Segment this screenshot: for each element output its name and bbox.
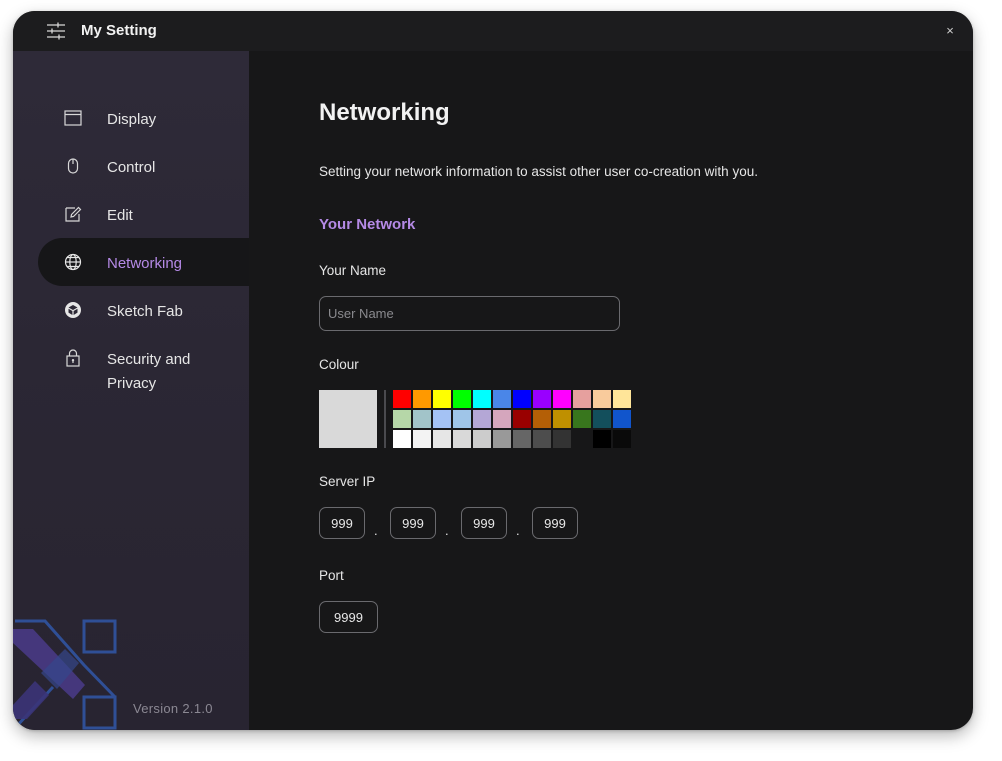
colour-swatch[interactable]: [433, 430, 451, 448]
colour-label: Colour: [319, 357, 359, 372]
colour-swatch[interactable]: [533, 390, 551, 408]
colour-swatch[interactable]: [453, 390, 471, 408]
colour-swatch[interactable]: [593, 390, 611, 408]
edit-icon: [65, 206, 82, 222]
selected-colour-preview[interactable]: [319, 390, 377, 448]
ip-separator: .: [374, 523, 378, 538]
sidebar: Display Control Edit Networking Sketch F…: [13, 51, 249, 730]
sidebar-item-label: Display: [107, 111, 157, 128]
colour-swatch[interactable]: [533, 410, 551, 428]
port-label: Port: [319, 568, 344, 583]
colour-swatch[interactable]: [573, 410, 591, 428]
your-name-label: Your Name: [319, 263, 387, 278]
sliders-icon: [47, 22, 65, 40]
colour-swatch[interactable]: [553, 410, 571, 428]
version-label: Version 2.1.0: [133, 701, 213, 716]
sidebar-item-label: Security and Privacy: [107, 351, 191, 392]
colour-swatch[interactable]: [493, 430, 511, 448]
section-title-your-network: Your Network: [319, 216, 416, 233]
colour-swatch[interactable]: [493, 410, 511, 428]
sidebar-item-security[interactable]: Security and Privacy: [38, 334, 249, 392]
server-ip-octet-2[interactable]: [390, 507, 436, 539]
colour-swatch[interactable]: [513, 410, 531, 428]
app-logo: [13, 619, 117, 730]
colour-swatch[interactable]: [533, 430, 551, 448]
colour-swatch[interactable]: [413, 410, 431, 428]
colour-swatch[interactable]: [613, 390, 631, 408]
colour-swatch[interactable]: [453, 430, 471, 448]
sidebar-item-label: Edit: [107, 207, 133, 224]
mouse-icon: [67, 158, 79, 174]
colour-swatch[interactable]: [393, 430, 411, 448]
sidebar-item-sketchfab[interactable]: Sketch Fab: [38, 286, 249, 334]
close-button[interactable]: ×: [943, 24, 957, 38]
sidebar-item-networking[interactable]: Networking: [38, 238, 249, 286]
colour-swatch[interactable]: [553, 390, 571, 408]
sidebar-item-edit[interactable]: Edit: [38, 190, 249, 238]
colour-swatch[interactable]: [593, 430, 611, 448]
page-description: Setting your network information to assi…: [319, 164, 758, 179]
settings-window: My Setting × Display Control Edit Networ…: [13, 11, 973, 730]
sketchfab-icon: [65, 302, 81, 318]
colour-swatch[interactable]: [473, 390, 491, 408]
ip-separator: .: [516, 523, 520, 538]
sidebar-item-label: Sketch Fab: [107, 303, 183, 320]
colour-divider: [384, 390, 386, 448]
colour-swatch[interactable]: [393, 390, 411, 408]
sidebar-item-label: Control: [107, 159, 156, 176]
colour-swatch[interactable]: [473, 430, 491, 448]
colour-swatch[interactable]: [493, 390, 511, 408]
server-ip-label: Server IP: [319, 474, 376, 489]
colour-swatch[interactable]: [613, 430, 631, 448]
sidebar-item-label: Networking: [107, 255, 183, 272]
colour-swatch[interactable]: [413, 390, 431, 408]
colour-swatch[interactable]: [553, 430, 571, 448]
colour-swatch[interactable]: [513, 390, 531, 408]
ip-separator: .: [445, 523, 449, 538]
colour-swatch[interactable]: [473, 410, 491, 428]
networking-panel: Networking Setting your network informat…: [249, 51, 973, 730]
server-ip-octet-4[interactable]: [532, 507, 578, 539]
page-title: Networking: [319, 99, 450, 126]
colour-swatch[interactable]: [613, 410, 631, 428]
title-bar: My Setting ×: [13, 11, 973, 51]
colour-swatch[interactable]: [433, 390, 451, 408]
globe-icon: [64, 253, 82, 271]
window-icon: [64, 110, 82, 126]
server-ip-octet-1[interactable]: [319, 507, 365, 539]
colour-swatch[interactable]: [573, 430, 591, 448]
port-input[interactable]: [319, 601, 378, 633]
colour-palette: [393, 390, 631, 448]
user-name-input[interactable]: [319, 296, 620, 331]
lock-icon: [66, 349, 80, 367]
window-title: My Setting: [81, 22, 157, 39]
colour-swatch[interactable]: [573, 390, 591, 408]
sidebar-item-control[interactable]: Control: [38, 142, 249, 190]
colour-swatch[interactable]: [513, 430, 531, 448]
colour-swatch[interactable]: [453, 410, 471, 428]
colour-swatch[interactable]: [393, 410, 411, 428]
colour-swatch[interactable]: [593, 410, 611, 428]
colour-swatch[interactable]: [433, 410, 451, 428]
server-ip-octet-3[interactable]: [461, 507, 507, 539]
sidebar-item-display[interactable]: Display: [38, 94, 249, 142]
colour-swatch[interactable]: [413, 430, 431, 448]
